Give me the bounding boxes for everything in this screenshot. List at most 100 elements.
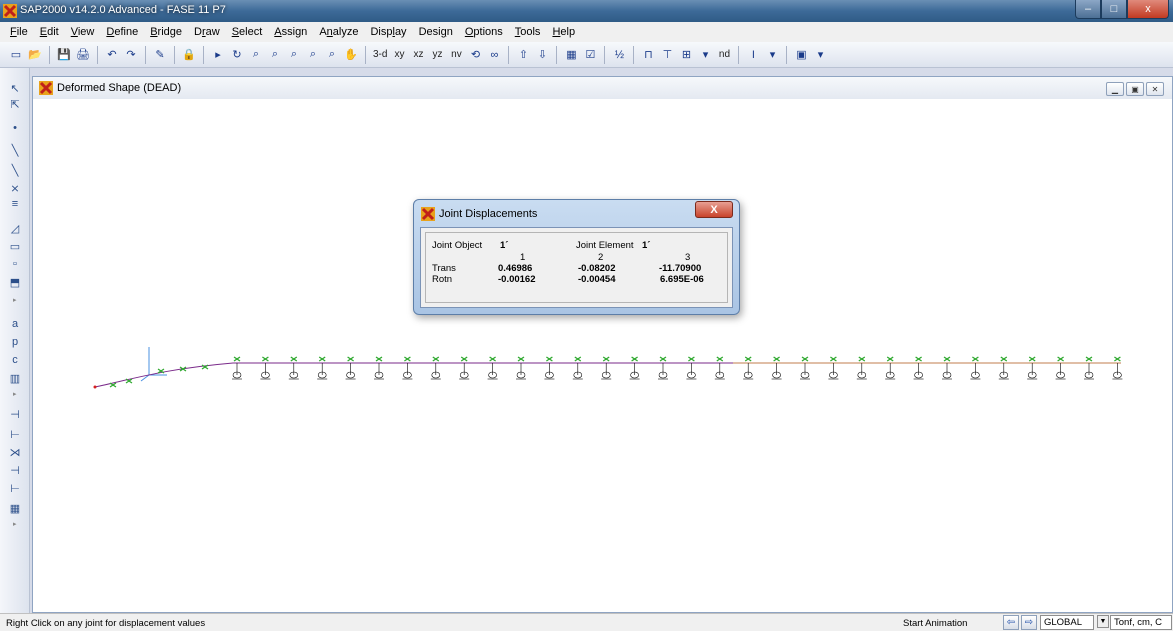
joint-support-icon[interactable] xyxy=(1084,356,1094,380)
view-xy-button[interactable]: xy xyxy=(391,46,407,64)
joint-support-icon[interactable] xyxy=(544,356,555,380)
menu-file[interactable]: File xyxy=(4,26,34,38)
set-display-options-icon[interactable]: ▦ xyxy=(563,46,579,64)
run-analysis-icon[interactable]: ▸ xyxy=(210,46,226,64)
toolbar-grip-icon[interactable]: ▸ xyxy=(13,520,19,528)
joint-support-icon[interactable] xyxy=(998,356,1009,380)
menu-view[interactable]: View xyxy=(65,26,101,38)
draw-frame-icon[interactable]: ╲ xyxy=(7,142,23,158)
start-animation-button[interactable]: Start Animation xyxy=(903,618,967,629)
view-yz-button[interactable]: yz xyxy=(429,46,445,64)
joint-restraint-icon[interactable] xyxy=(109,382,117,388)
joint-support-icon[interactable] xyxy=(317,356,328,380)
joint-support-icon[interactable] xyxy=(459,356,470,380)
joint-support-icon[interactable] xyxy=(402,356,413,380)
joint-support-icon[interactable] xyxy=(516,356,526,380)
intersecting-line-select-icon[interactable]: ▥ xyxy=(7,370,23,386)
save-icon[interactable]: 💾 xyxy=(56,46,72,64)
pan-icon[interactable]: ✋ xyxy=(343,46,359,64)
selected-joint-marker[interactable] xyxy=(93,385,97,389)
open-file-icon[interactable]: 📂 xyxy=(27,46,43,64)
redo-icon[interactable]: ↷ xyxy=(123,46,139,64)
dropdown-arrow-icon[interactable]: ▾ xyxy=(697,46,713,64)
menu-help[interactable]: Help xyxy=(546,26,581,38)
snap-to-lines-icon[interactable]: ⊢ xyxy=(7,480,23,496)
snap-to-points-icon[interactable]: ⊣ xyxy=(7,406,23,422)
joint-support-icon[interactable] xyxy=(856,356,867,380)
joint-support-icon[interactable] xyxy=(913,356,924,380)
new-model-icon[interactable]: ▭ xyxy=(8,46,24,64)
menu-edit[interactable]: Edit xyxy=(34,26,65,38)
draw-link-icon[interactable]: ≡ xyxy=(7,196,23,212)
joint-support-icon[interactable] xyxy=(800,356,810,380)
deformed-shape-icon[interactable]: ⊤ xyxy=(659,46,675,64)
previous-selection-icon[interactable]: p xyxy=(7,334,23,350)
fraction-icon[interactable]: ½ xyxy=(611,46,627,64)
display-tables-icon[interactable]: ▣ xyxy=(793,46,809,64)
zoom-window-icon[interactable]: ⌕ xyxy=(248,46,264,64)
print-icon[interactable]: 🖨 xyxy=(75,46,91,64)
joint-support-icon[interactable] xyxy=(970,356,981,380)
coordinate-system-select[interactable]: GLOBAL xyxy=(1040,615,1094,630)
joint-support-icon[interactable] xyxy=(743,356,754,380)
joint-support-icon[interactable] xyxy=(1055,356,1066,380)
dropdown-arrow-icon[interactable]: ▾ xyxy=(764,46,780,64)
menu-draw[interactable]: Draw xyxy=(188,26,226,38)
draw-solid-icon[interactable]: ⬒ xyxy=(7,274,23,290)
snap-to-grid-icon[interactable]: ▦ xyxy=(7,500,23,516)
joint-support-icon[interactable] xyxy=(345,356,356,380)
dialog-close-button[interactable]: X xyxy=(695,201,733,218)
maximize-button[interactable]: □ xyxy=(1101,0,1127,19)
draw-joint-icon[interactable]: • xyxy=(7,120,23,136)
snap-to-intersections-icon[interactable]: ⋊ xyxy=(7,444,23,460)
view-nv-button[interactable]: nv xyxy=(448,46,464,64)
joint-support-icon[interactable] xyxy=(828,356,839,380)
menu-define[interactable]: Define xyxy=(100,26,144,38)
joint-support-icon[interactable] xyxy=(1027,356,1038,380)
model-view-canvas[interactable] xyxy=(33,99,1172,612)
joint-support-icon[interactable] xyxy=(771,356,782,380)
pointer-icon[interactable]: ↖ xyxy=(7,80,23,96)
zoom-in-icon[interactable]: ⌕ xyxy=(286,46,302,64)
draw-rect-area-icon[interactable]: ▭ xyxy=(7,238,23,254)
deformed-beam-line[interactable] xyxy=(94,362,1121,388)
rotate-3d-icon[interactable]: ⟲ xyxy=(467,46,483,64)
doc-minimize-button[interactable]: ▁ xyxy=(1106,82,1124,96)
joint-support-icon[interactable] xyxy=(942,356,952,380)
menu-bridge[interactable]: Bridge xyxy=(144,26,188,38)
view-xz-button[interactable]: xz xyxy=(410,46,426,64)
perspective-icon[interactable]: ∞ xyxy=(486,46,502,64)
quick-draw-frame-icon[interactable]: ╲ xyxy=(7,162,23,178)
move-up-icon[interactable]: ⇧ xyxy=(515,46,531,64)
joint-support-icon[interactable] xyxy=(629,356,640,380)
joint-support-icon[interactable] xyxy=(686,356,697,380)
clear-selection-icon[interactable]: c xyxy=(7,352,23,368)
menu-assign[interactable]: Assign xyxy=(268,26,313,38)
joint-support-icon[interactable] xyxy=(487,356,498,380)
menu-select[interactable]: Select xyxy=(226,26,269,38)
frame-diagram-icon[interactable]: ⊞ xyxy=(678,46,694,64)
menu-options[interactable]: Options xyxy=(459,26,509,38)
menu-tools[interactable]: Tools xyxy=(509,26,547,38)
draw-brace-icon[interactable]: ⨯ xyxy=(7,180,23,196)
joint-support-icon[interactable] xyxy=(430,356,441,380)
joint-support-icon[interactable] xyxy=(601,356,612,380)
minimize-button[interactable]: – xyxy=(1075,0,1101,19)
joint-support-icon[interactable] xyxy=(572,356,583,380)
view-3d-button[interactable]: 3-d xyxy=(372,46,388,64)
draw-poly-area-icon[interactable]: ◿ xyxy=(7,220,23,236)
frame-forces-icon[interactable]: ⊓ xyxy=(640,46,656,64)
move-down-icon[interactable]: ⇩ xyxy=(534,46,550,64)
nd-button[interactable]: nd xyxy=(716,46,732,64)
units-select[interactable]: Tonf, cm, C xyxy=(1110,615,1172,630)
refresh-icon[interactable]: ↻ xyxy=(229,46,245,64)
quick-draw-area-icon[interactable]: ▫ xyxy=(7,256,23,272)
close-button[interactable]: x xyxy=(1127,0,1169,19)
snap-to-ends-icon[interactable]: ⊢ xyxy=(7,426,23,442)
joint-support-icon[interactable] xyxy=(1112,356,1123,380)
toolbar-grip-icon[interactable]: ▸ xyxy=(13,296,19,304)
menu-analyze[interactable]: Analyze xyxy=(313,26,364,38)
doc-close-button[interactable]: ✕ xyxy=(1146,82,1164,96)
chevron-down-icon[interactable]: ▼ xyxy=(1097,615,1109,628)
joint-support-icon[interactable] xyxy=(885,356,896,380)
